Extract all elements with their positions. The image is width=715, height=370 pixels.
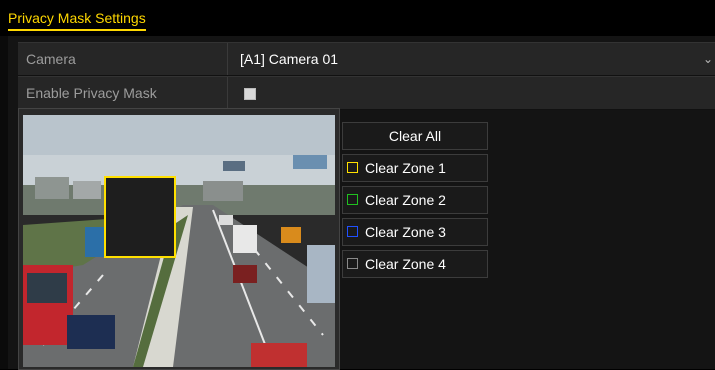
clear-all-button[interactable]: Clear All — [342, 122, 488, 150]
zone-1-color-icon — [347, 162, 358, 173]
privacy-mask-window: Privacy Mask Settings Camera [A1] Camera… — [0, 0, 715, 370]
camera-label: Camera — [18, 43, 228, 75]
enable-privacy-mask-row: Enable Privacy Mask — [18, 76, 715, 110]
camera-preview-frame — [18, 108, 340, 370]
tab-privacy-mask-settings[interactable]: Privacy Mask Settings — [8, 10, 146, 31]
clear-zone-2-button[interactable]: Clear Zone 2 — [342, 186, 488, 214]
clear-zone-3-label: Clear Zone 3 — [365, 224, 446, 240]
chevron-down-icon[interactable]: ⌄ — [703, 43, 713, 75]
title-bar: Privacy Mask Settings — [0, 0, 715, 36]
clear-zone-2-label: Clear Zone 2 — [365, 192, 446, 208]
camera-row: Camera [A1] Camera 01 ⌄ — [18, 42, 715, 76]
clear-zone-3-button[interactable]: Clear Zone 3 — [342, 218, 488, 246]
settings-panel: Camera [A1] Camera 01 ⌄ Enable Privacy M… — [8, 36, 715, 370]
camera-select[interactable]: [A1] Camera 01 — [240, 43, 338, 75]
clear-zone-4-label: Clear Zone 4 — [365, 256, 446, 272]
clear-zone-1-label: Clear Zone 1 — [365, 160, 446, 176]
zone-2-color-icon — [347, 194, 358, 205]
enable-privacy-mask-label: Enable Privacy Mask — [18, 77, 228, 109]
zone-3-color-icon — [347, 226, 358, 237]
camera-preview[interactable] — [23, 115, 335, 367]
privacy-mask-zone-1[interactable] — [104, 176, 176, 258]
enable-privacy-mask-checkbox[interactable] — [244, 88, 256, 100]
zone-4-color-icon — [347, 258, 358, 269]
clear-zone-4-button[interactable]: Clear Zone 4 — [342, 250, 488, 278]
clear-zone-1-button[interactable]: Clear Zone 1 — [342, 154, 488, 182]
